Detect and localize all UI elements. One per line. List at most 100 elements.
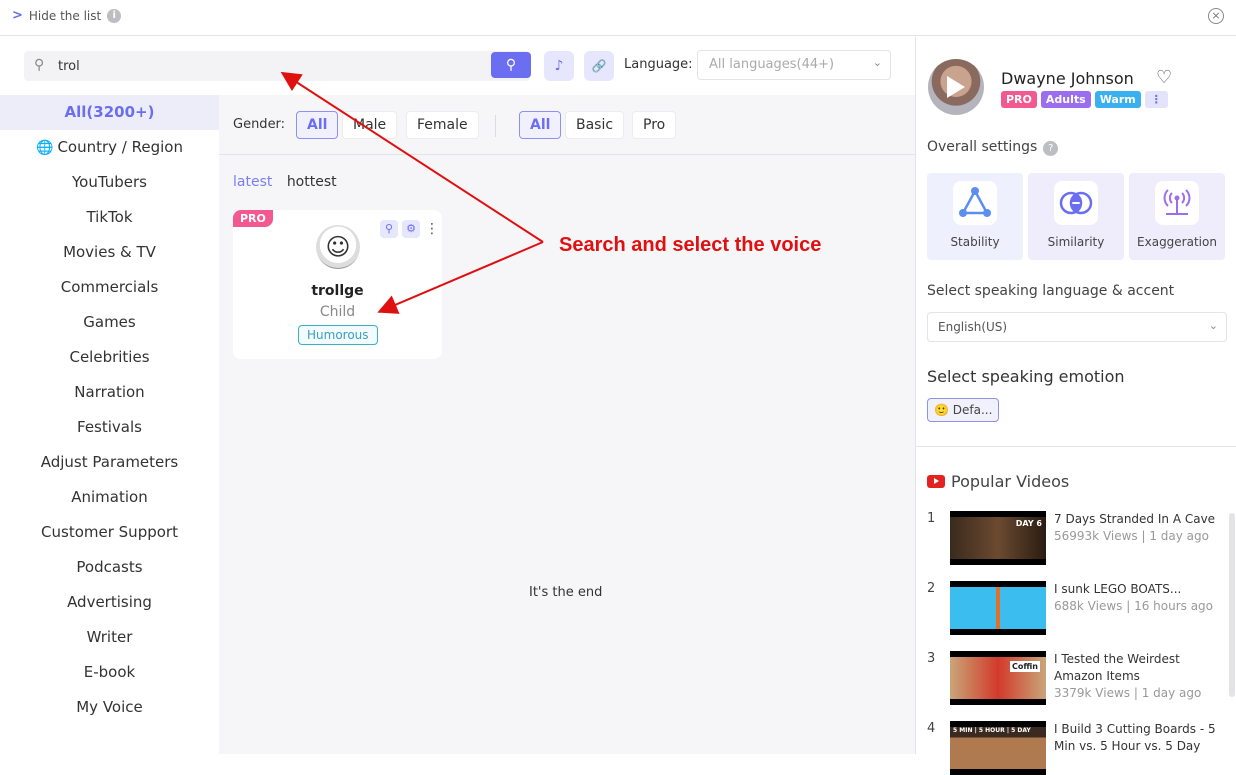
selected-voice-avatar[interactable] <box>928 59 984 115</box>
search-icon[interactable]: ⚲ <box>380 220 398 238</box>
sidebar-item-podcasts[interactable]: Podcasts <box>0 550 219 585</box>
sidebar-item-youtubers[interactable]: YouTubers <box>0 165 219 200</box>
sidebar-item-tiktok[interactable]: TikTok <box>0 200 219 235</box>
thumbnail-text: 5 MIN | 5 HOUR | 5 DAY <box>953 727 1031 734</box>
sidebar-item-adjust-parameters[interactable]: Adjust Parameters <box>0 445 219 480</box>
emotion-label: Select speaking emotion <box>927 367 1125 386</box>
tier-filter-basic[interactable]: Basic <box>565 111 625 139</box>
smiley-icon: 🙂 <box>934 403 949 417</box>
upload-audio-button[interactable]: ♪ <box>544 51 574 81</box>
video-info: I sunk LEGO BOATS... 688k Views | 16 hou… <box>1054 581 1219 615</box>
sidebar-item-country-region[interactable]: 🌐 Country / Region <box>0 130 219 165</box>
settings-tiles: Stability Similarity Exaggeration <box>927 173 1225 260</box>
selected-voice-name: Dwayne Johnson <box>1001 69 1134 88</box>
chevron-down-icon: ⌄ <box>872 56 882 69</box>
video-rank: 4 <box>927 721 936 736</box>
broadcast-tower-icon <box>1155 181 1199 225</box>
video-thumbnail[interactable]: 5 MIN | 5 HOUR | 5 DAY <box>950 721 1046 775</box>
sidebar-item-label: Customer Support <box>41 523 178 541</box>
heart-icon[interactable]: ♡ <box>1156 67 1172 88</box>
video-title: I Tested the Weirdest Amazon Items <box>1054 652 1180 683</box>
sidebar-item-movies-tv[interactable]: Movies & TV <box>0 235 219 270</box>
sidebar-item-animation[interactable]: Animation <box>0 480 219 515</box>
exaggeration-tile[interactable]: Exaggeration <box>1129 173 1225 260</box>
video-item[interactable]: 1 DAY 6 7 Days Stranded In A Cave 56993k… <box>927 511 1217 565</box>
language-accent-label: Select speaking language & accent <box>927 283 1175 299</box>
link-button[interactable]: 🔗 <box>584 51 614 81</box>
sidebar-item-label: YouTubers <box>72 173 147 191</box>
search-input[interactable] <box>58 56 478 76</box>
voice-tag: Humorous <box>298 325 378 345</box>
video-item[interactable]: 4 5 MIN | 5 HOUR | 5 DAY I Build 3 Cutti… <box>927 721 1217 775</box>
end-of-list-text: It's the end <box>529 585 603 600</box>
sidebar-item-label: Writer <box>86 628 133 646</box>
video-thumbnail[interactable]: DAY 6 <box>950 511 1046 565</box>
scrollbar[interactable] <box>1229 513 1235 697</box>
overlap-circles-icon <box>1054 181 1098 225</box>
sidebar-item-label: All(3200+) <box>64 103 155 121</box>
audio-file-icon: ♪ <box>554 58 564 74</box>
tier-filter-pro[interactable]: Pro <box>632 111 677 139</box>
video-thumbnail[interactable]: Coffin <box>950 651 1046 705</box>
close-icon[interactable]: × <box>1208 8 1224 24</box>
more-vertical-icon[interactable]: ⋮ <box>1144 91 1168 108</box>
thumbnail-text: Coffin <box>1010 661 1040 672</box>
triangle-network-icon <box>953 181 997 225</box>
video-item[interactable]: 3 Coffin I Tested the Weirdest Amazon It… <box>927 651 1217 705</box>
sidebar-item-label: Advertising <box>67 593 152 611</box>
sidebar-item-label: Animation <box>71 488 148 506</box>
youtube-icon <box>927 475 945 488</box>
sort-latest-tab[interactable]: latest <box>233 174 272 190</box>
language-label: Language: <box>624 57 693 72</box>
video-thumbnail[interactable] <box>950 581 1046 635</box>
stability-tile[interactable]: Stability <box>927 173 1023 260</box>
sidebar-item-all[interactable]: All(3200+) <box>0 95 219 130</box>
sidebar-item-festivals[interactable]: Festivals <box>0 410 219 445</box>
search-row: ⚲ ⚲ ♪ 🔗 Language: All languages(44+) ⌄ <box>0 37 915 95</box>
sidebar-item-label: Celebrities <box>69 348 150 366</box>
tier-filter-all[interactable]: All <box>519 111 562 139</box>
voice-library-panel: ⚲ ⚲ ♪ 🔗 Language: All languages(44+) ⌄ A… <box>0 37 915 754</box>
pro-badge: PRO <box>233 210 273 227</box>
voice-card[interactable]: PRO ⚲ ⚙ ⋮ ☺ trollge Child Humorous <box>233 210 442 359</box>
sidebar-item-games[interactable]: Games <box>0 305 219 340</box>
video-info: I Tested the Weirdest Amazon Items 3379k… <box>1054 651 1219 702</box>
sidebar-item-label: Movies & TV <box>63 243 156 261</box>
overall-settings-label: Overall settings <box>927 139 1038 155</box>
hide-list-toggle[interactable]: > Hide the list i <box>12 8 122 23</box>
sort-hottest-tab[interactable]: hottest <box>287 174 337 190</box>
voice-gender: Child <box>319 304 356 320</box>
gender-filter-male[interactable]: Male <box>342 111 398 139</box>
video-meta: 688k Views | 16 hours ago <box>1054 599 1214 613</box>
similarity-tile[interactable]: Similarity <box>1028 173 1124 260</box>
emotion-chip[interactable]: 🙂 Defa... <box>927 398 1000 422</box>
gender-filter-all[interactable]: All <box>296 111 339 139</box>
sidebar-item-celebrities[interactable]: Celebrities <box>0 340 219 375</box>
voice-badges: PRO Adults Warm ⋮ <box>1001 91 1168 108</box>
emotion-value: Defa... <box>952 403 993 417</box>
search-button[interactable]: ⚲ <box>491 52 531 78</box>
sidebar-item-my-voice[interactable]: My Voice <box>0 690 219 725</box>
language-accent-select[interactable]: English(US) ⌄ <box>927 312 1227 342</box>
sidebar-item-writer[interactable]: Writer <box>0 620 219 655</box>
sidebar-item-narration[interactable]: Narration <box>0 375 219 410</box>
popular-videos-header: Popular Videos <box>927 472 1069 491</box>
play-icon[interactable] <box>947 76 965 98</box>
more-vertical-icon[interactable]: ⋮ <box>425 220 439 238</box>
gear-icon[interactable]: ⚙ <box>402 220 420 238</box>
video-item[interactable]: 2 I sunk LEGO BOATS... 688k Views | 16 h… <box>927 581 1217 635</box>
sidebar-item-advertising[interactable]: Advertising <box>0 585 219 620</box>
help-icon[interactable]: ? <box>1043 141 1059 156</box>
sidebar-item-customer-support[interactable]: Customer Support <box>0 515 219 550</box>
sidebar-item-ebook[interactable]: E-book <box>0 655 219 690</box>
chevron-down-icon: ⌄ <box>1208 319 1218 332</box>
thumbnail-text: DAY 6 <box>1015 519 1042 528</box>
gender-filter-female[interactable]: Female <box>406 111 479 139</box>
info-icon[interactable]: i <box>107 8 122 23</box>
video-rank: 3 <box>927 651 936 666</box>
language-accent-value: English(US) <box>938 320 1008 334</box>
hide-list-label: Hide the list <box>28 8 102 23</box>
chevron-right-icon: > <box>12 8 23 23</box>
sidebar-item-commercials[interactable]: Commercials <box>0 270 219 305</box>
language-select[interactable]: All languages(44+) ⌄ <box>697 50 891 80</box>
